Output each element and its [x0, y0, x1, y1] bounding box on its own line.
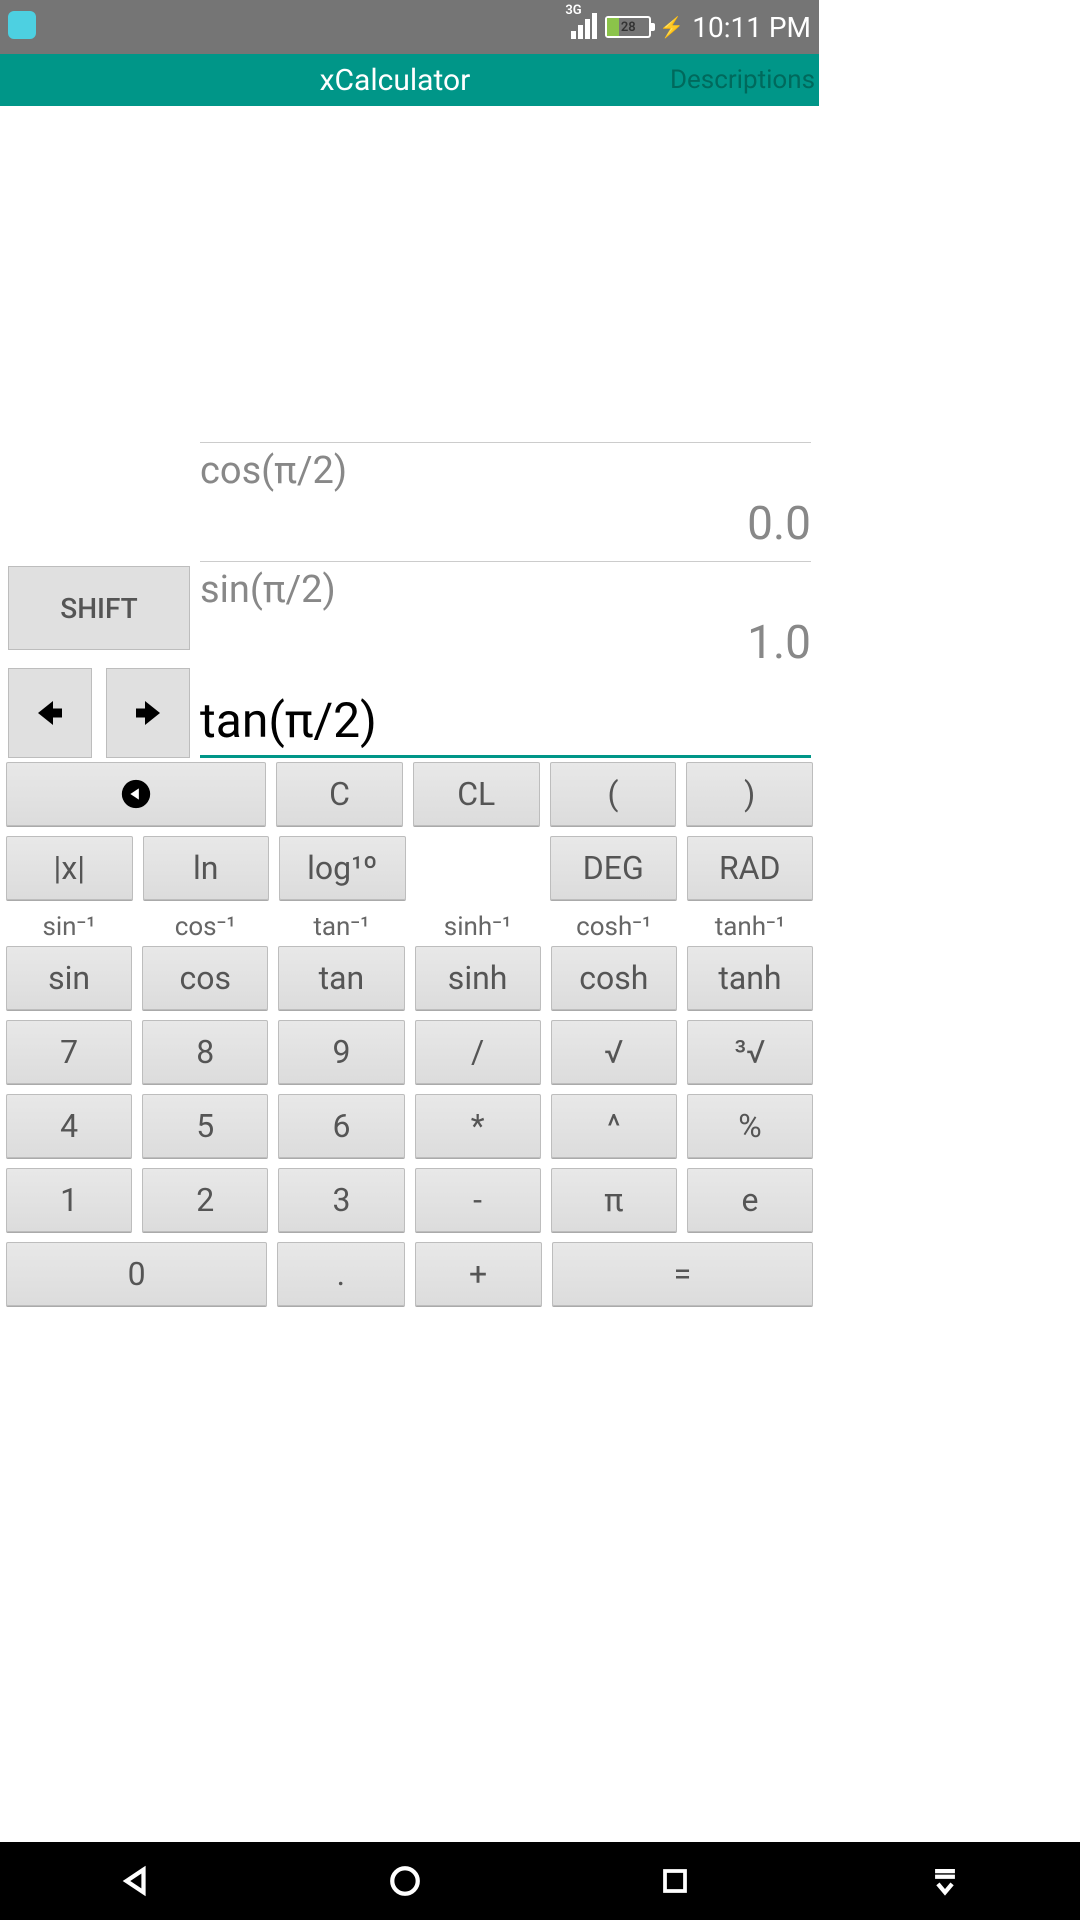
digit-9-button[interactable]: 9 [278, 1020, 404, 1084]
status-bar: 3G 28 ⚡ 10:11 PM [0, 0, 819, 54]
equals-button[interactable]: = [552, 1242, 813, 1306]
tanh-button[interactable]: tanh [687, 946, 813, 1010]
cos-button[interactable]: cos [142, 946, 268, 1010]
digit-5-button[interactable]: 5 [142, 1094, 268, 1158]
pi-button[interactable]: π [551, 1168, 677, 1232]
square-recent-icon [660, 1866, 690, 1896]
rad-button[interactable]: RAD [687, 836, 814, 900]
arrow-left-icon [32, 695, 68, 731]
acos-label: cos⁻¹ [142, 910, 268, 944]
battery-icon: 28 [605, 16, 651, 38]
clear-button[interactable]: C [276, 762, 403, 826]
shift-button[interactable]: SHIFT [8, 566, 190, 650]
history-expr: cos(π/2) [200, 449, 811, 493]
acosh-label: cosh⁻¹ [551, 910, 677, 944]
keypad: C CL ( ) |x| ln log¹º DEG RAD sin⁻¹ cos⁻… [0, 758, 819, 1324]
nav-back-button[interactable] [115, 1861, 155, 1901]
sqrt-button[interactable]: √ [551, 1020, 677, 1084]
notification-icon [8, 11, 36, 39]
network-label: 3G [565, 3, 581, 18]
ln-button[interactable]: ln [143, 836, 270, 900]
add-button[interactable]: + [415, 1242, 542, 1306]
arrow-right-icon [130, 695, 166, 731]
input-expression: tan(π/2) [200, 692, 811, 749]
app-bar: xCalculator Descriptions [0, 54, 819, 106]
dropdown-icon [928, 1864, 962, 1898]
digit-8-button[interactable]: 8 [142, 1020, 268, 1084]
cursor-left-button[interactable] [8, 668, 92, 758]
display-area: SHIFT cos(π/2) 0.0 sin(π/2) 1.0 tan(π/2) [0, 106, 819, 758]
rparen-button[interactable]: ) [686, 762, 813, 826]
signal-icon: 3G [571, 15, 597, 39]
subtract-button[interactable]: - [415, 1168, 541, 1232]
asin-label: sin⁻¹ [6, 910, 132, 944]
triangle-back-icon [118, 1864, 152, 1898]
history-entry: sin(π/2) 1.0 [200, 561, 811, 680]
lparen-button[interactable]: ( [550, 762, 677, 826]
status-clock: 10:11 PM [692, 11, 811, 44]
abs-button[interactable]: |x| [6, 836, 133, 900]
power-button[interactable]: ^ [551, 1094, 677, 1158]
empty-cell [416, 836, 541, 900]
sinh-button[interactable]: sinh [415, 946, 541, 1010]
input-row[interactable]: tan(π/2) [200, 684, 811, 758]
divide-button[interactable]: / [415, 1020, 541, 1084]
backspace-button[interactable] [6, 762, 266, 826]
e-button[interactable]: e [687, 1168, 813, 1232]
digit-6-button[interactable]: 6 [278, 1094, 404, 1158]
multiply-button[interactable]: * [415, 1094, 541, 1158]
nav-recent-button[interactable] [655, 1861, 695, 1901]
cosh-button[interactable]: cosh [551, 946, 677, 1010]
atanh-label: tanh⁻¹ [687, 910, 813, 944]
tan-button[interactable]: tan [278, 946, 404, 1010]
atan-label: tan⁻¹ [278, 910, 404, 944]
log10-button[interactable]: log¹º [279, 836, 406, 900]
digit-7-button[interactable]: 7 [6, 1020, 132, 1084]
history-result: 1.0 [200, 612, 811, 680]
digit-0-button[interactable]: 0 [6, 1242, 267, 1306]
asinh-label: sinh⁻¹ [415, 910, 541, 944]
history-panel: cos(π/2) 0.0 sin(π/2) 1.0 tan(π/2) [200, 106, 811, 758]
digit-4-button[interactable]: 4 [6, 1094, 132, 1158]
clear-all-button[interactable]: CL [413, 762, 540, 826]
digit-2-button[interactable]: 2 [142, 1168, 268, 1232]
app-title: xCalculator [120, 63, 670, 98]
cursor-right-button[interactable] [106, 668, 190, 758]
history-expr: sin(π/2) [200, 568, 811, 612]
charging-icon: ⚡ [659, 15, 684, 39]
percent-button[interactable]: % [687, 1094, 813, 1158]
sin-button[interactable]: sin [6, 946, 132, 1010]
decimal-button[interactable]: . [277, 1242, 404, 1306]
digit-3-button[interactable]: 3 [278, 1168, 404, 1232]
backspace-icon [119, 777, 153, 811]
circle-home-icon [388, 1864, 422, 1898]
nav-dropdown-button[interactable] [925, 1861, 965, 1901]
nav-bar [0, 1842, 1080, 1920]
nav-home-button[interactable] [385, 1861, 425, 1901]
history-result: 0.0 [200, 493, 811, 561]
cbrt-button[interactable]: ³√ [687, 1020, 813, 1084]
descriptions-button[interactable]: Descriptions [670, 65, 819, 95]
battery-pct: 28 [607, 20, 649, 35]
history-entry: cos(π/2) 0.0 [200, 442, 811, 561]
digit-1-button[interactable]: 1 [6, 1168, 132, 1232]
deg-button[interactable]: DEG [550, 836, 677, 900]
